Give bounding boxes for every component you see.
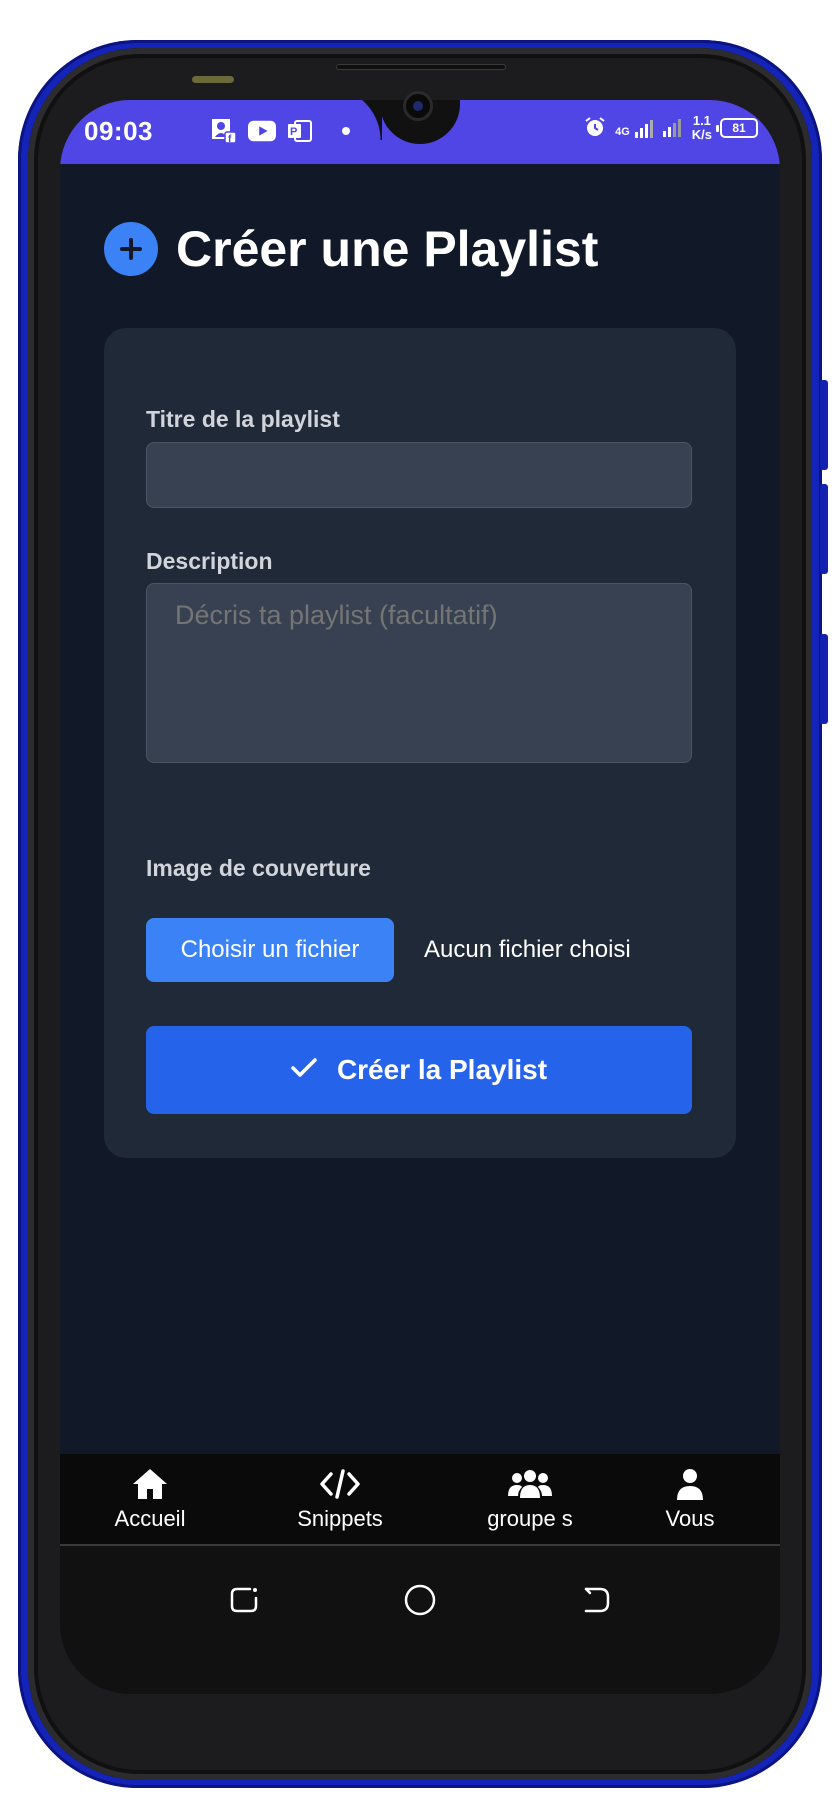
- create-playlist-button[interactable]: Créer la Playlist: [146, 1026, 692, 1114]
- file-status-text: Aucun fichier choisi: [424, 936, 631, 963]
- earpiece-speaker: [336, 64, 506, 70]
- facebook-contact-icon: f: [210, 118, 238, 144]
- cover-image-label: Image de couverture: [146, 855, 371, 881]
- bottom-navigation: Accueil Snippets groupe s Vous: [60, 1454, 780, 1546]
- signal-4g-icon: 4G: [615, 118, 654, 138]
- users-icon: [507, 1466, 553, 1502]
- user-icon: [675, 1466, 705, 1502]
- front-camera: [403, 91, 433, 121]
- signal-icon: [662, 117, 684, 140]
- battery-level: 81: [732, 121, 746, 135]
- home-button[interactable]: [400, 1580, 440, 1620]
- battery-icon: 81: [716, 118, 758, 138]
- nav-item-groupes[interactable]: groupe s: [460, 1466, 600, 1532]
- description-textarea[interactable]: [146, 583, 692, 763]
- plus-circle-icon: [104, 222, 158, 276]
- playlist-form-card: Titre de la playlist Description Image d…: [104, 328, 736, 1158]
- create-playlist-label: Créer la Playlist: [336, 1054, 548, 1085]
- title-input[interactable]: [146, 442, 692, 508]
- page-title: Créer une Playlist: [176, 221, 599, 277]
- svg-text:P: P: [290, 126, 297, 138]
- nav-item-accueil[interactable]: Accueil: [100, 1466, 200, 1532]
- status-time: 09:03: [84, 116, 153, 146]
- check-icon: [291, 1054, 317, 1086]
- title-label: Titre de la playlist: [146, 406, 340, 432]
- proximity-sensor: [192, 76, 234, 83]
- page-header: Créer une Playlist: [104, 220, 598, 278]
- youtube-icon: [248, 118, 276, 144]
- volume-up-button: [820, 380, 828, 470]
- device-frame: 09:03 f P 4G 1.1 K/s 81 Créer une Playli…: [0, 0, 840, 1800]
- notch-curve: [328, 100, 382, 140]
- nav-label: Snippets: [297, 1506, 383, 1531]
- screen: 09:03 f P 4G 1.1 K/s 81 Créer une Playli…: [60, 100, 780, 1694]
- home-icon: [131, 1466, 169, 1502]
- network-type: 4G: [615, 126, 630, 138]
- description-label: Description: [146, 548, 273, 574]
- volume-down-button: [820, 484, 828, 574]
- choose-file-button[interactable]: Choisir un fichier: [146, 918, 394, 982]
- back-button[interactable]: [576, 1580, 616, 1620]
- code-icon: [319, 1466, 361, 1502]
- alarm-icon: [583, 115, 607, 142]
- publisher-icon: P: [286, 118, 314, 144]
- system-navigation-bar: [60, 1546, 780, 1694]
- nav-item-vous[interactable]: Vous: [650, 1466, 730, 1532]
- system-status-icons: 4G 1.1 K/s 81: [583, 114, 758, 142]
- nav-item-snippets[interactable]: Snippets: [280, 1466, 400, 1532]
- power-button: [820, 634, 828, 724]
- network-speed: 1.1 K/s: [692, 114, 712, 142]
- speed-unit: K/s: [691, 127, 712, 142]
- speed-value: 1.1: [692, 113, 711, 128]
- recent-apps-button[interactable]: [224, 1580, 264, 1620]
- nav-label: Accueil: [114, 1506, 186, 1531]
- nav-label: Vous: [665, 1506, 715, 1531]
- nav-label: groupe s: [487, 1506, 573, 1531]
